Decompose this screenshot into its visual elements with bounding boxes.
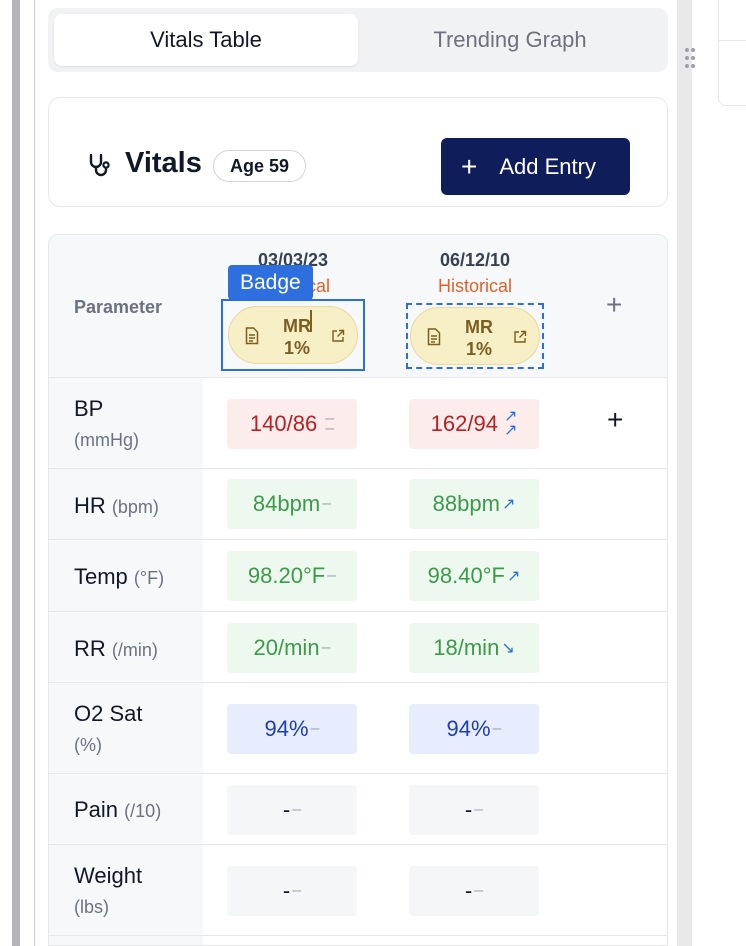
panel-resize-gutter[interactable] — [678, 0, 692, 946]
add-row-value-button[interactable]: + — [607, 404, 623, 436]
mr-badge-selection: MR 1% — [221, 299, 365, 371]
age-badge: Age 59 — [213, 150, 307, 182]
trend-flat-icon: – — [292, 882, 302, 899]
add-column-button[interactable]: + — [606, 289, 622, 321]
table-row: Temp (°F) 98.20°F – 98.40°F ↗ — [49, 540, 667, 612]
table-row: O2 Sat (%) 94% – 94% – — [49, 683, 667, 774]
vital-value[interactable]: - – — [227, 866, 357, 916]
parameter-unit: (/min) — [111, 640, 158, 660]
external-link-icon[interactable] — [331, 329, 345, 343]
vital-value[interactable]: - – — [227, 785, 357, 835]
table-row: RR (/min) 20/min – 18/min ↘ — [49, 612, 667, 683]
trend-flat-icon: – — [321, 639, 331, 656]
parameter-unit: (lbs) — [74, 897, 109, 917]
table-row: Weight (lbs) - – - – — [49, 845, 667, 936]
document-icon — [245, 327, 259, 345]
parameter-name: RR (/min) — [74, 636, 158, 661]
stethoscope-icon — [89, 153, 110, 177]
vital-value[interactable]: 88bpm ↗ — [409, 479, 539, 529]
trend-flat-icon: – – — [325, 410, 335, 437]
vital-value[interactable]: 98.20°F – — [227, 551, 357, 601]
vital-value[interactable]: 140/86 – – — [227, 399, 357, 449]
parameter-unit: (bpm) — [111, 497, 159, 517]
vitals-title: Vitals — [125, 147, 202, 179]
vital-value[interactable]: 84bpm – — [227, 479, 357, 529]
parameter-unit: (mmHg) — [74, 430, 139, 450]
view-tabs: Vitals Table Trending Graph — [48, 8, 668, 72]
vital-value[interactable]: 18/min ↘ — [409, 623, 539, 673]
trend-flat-icon: – — [474, 882, 484, 899]
parameter-name: Weight — [74, 863, 143, 888]
badge-tooltip: Badge — [228, 265, 313, 300]
text-cursor — [310, 310, 312, 332]
vitals-header-card: Vitals Age 59 + Add Entry — [48, 97, 668, 207]
trend-flat-icon: – — [327, 567, 337, 584]
parameter-unit: (/10) — [124, 801, 162, 821]
tab-vitals-table[interactable]: Vitals Table — [54, 14, 358, 66]
add-entry-button[interactable]: + Add Entry — [441, 138, 630, 195]
parameter-unit: (%) — [74, 735, 102, 755]
table-row: Pain (/10) - – - – — [49, 774, 667, 845]
parameter-name: HR (bpm) — [74, 493, 159, 518]
mr-badge[interactable]: MR 1% — [410, 307, 540, 365]
trend-down-icon: ↘ — [501, 640, 515, 657]
mr-badge-drop-target: MR 1% — [406, 303, 544, 369]
vital-value[interactable]: 94% – — [227, 704, 357, 754]
trend-flat-icon: – — [492, 720, 502, 737]
column-date: 06/12/10 — [439, 250, 511, 270]
vital-value[interactable]: 162/94 ↗ ↗ — [409, 399, 539, 449]
trend-flat-icon: – — [322, 495, 332, 512]
table-row: HR (bpm) 84bpm – 88bpm ↗ — [49, 469, 667, 540]
vital-value[interactable]: - – — [409, 866, 539, 916]
table-row — [49, 936, 667, 945]
parameter-name: Pain (/10) — [74, 797, 162, 822]
trend-up-icon: ↗ — [501, 496, 516, 513]
mr-badge[interactable]: MR 1% — [228, 306, 358, 364]
parameter-name: Temp (°F) — [74, 564, 165, 589]
vital-value[interactable]: 94% – — [409, 704, 539, 754]
trend-flat-icon: – — [474, 801, 484, 818]
tab-trending-graph[interactable]: Trending Graph — [358, 14, 662, 66]
parameter-unit: (°F) — [133, 568, 165, 588]
parameter-name: O2 Sat — [74, 701, 143, 726]
adjacent-panel — [718, 0, 746, 106]
trend-flat-icon: – — [292, 801, 302, 818]
external-link-icon[interactable] — [513, 330, 527, 344]
vital-value[interactable]: - – — [409, 785, 539, 835]
vital-value[interactable]: 20/min – — [227, 623, 357, 673]
drag-handle-icon[interactable] — [684, 48, 698, 72]
mr-badge-text: MR 1% — [283, 316, 311, 358]
parameter-name: BP — [74, 396, 104, 421]
parameter-header: Parameter — [74, 297, 163, 317]
vital-value[interactable]: 98.40°F ↗ — [409, 551, 539, 601]
column-subtitle: Historical — [437, 276, 512, 296]
trend-flat-icon: – — [310, 720, 320, 737]
plus-icon: + — [461, 150, 478, 182]
mr-badge-text: MR 1% — [465, 317, 493, 359]
vitals-table: Parameter 03/03/23 Historical MR1% 06/12… — [48, 234, 668, 946]
table-header: Parameter 03/03/23 Historical MR1% 06/12… — [49, 235, 667, 378]
table-row: BP (mmHg) 140/86 – – 162/94 ↗ ↗ + — [49, 378, 667, 469]
left-scrollbar[interactable] — [12, 0, 20, 946]
add-entry-label: Add Entry — [499, 153, 596, 179]
trend-up-icon: ↗ — [506, 568, 521, 585]
document-icon — [427, 328, 441, 346]
trend-up-icon: ↗ ↗ — [503, 408, 518, 439]
